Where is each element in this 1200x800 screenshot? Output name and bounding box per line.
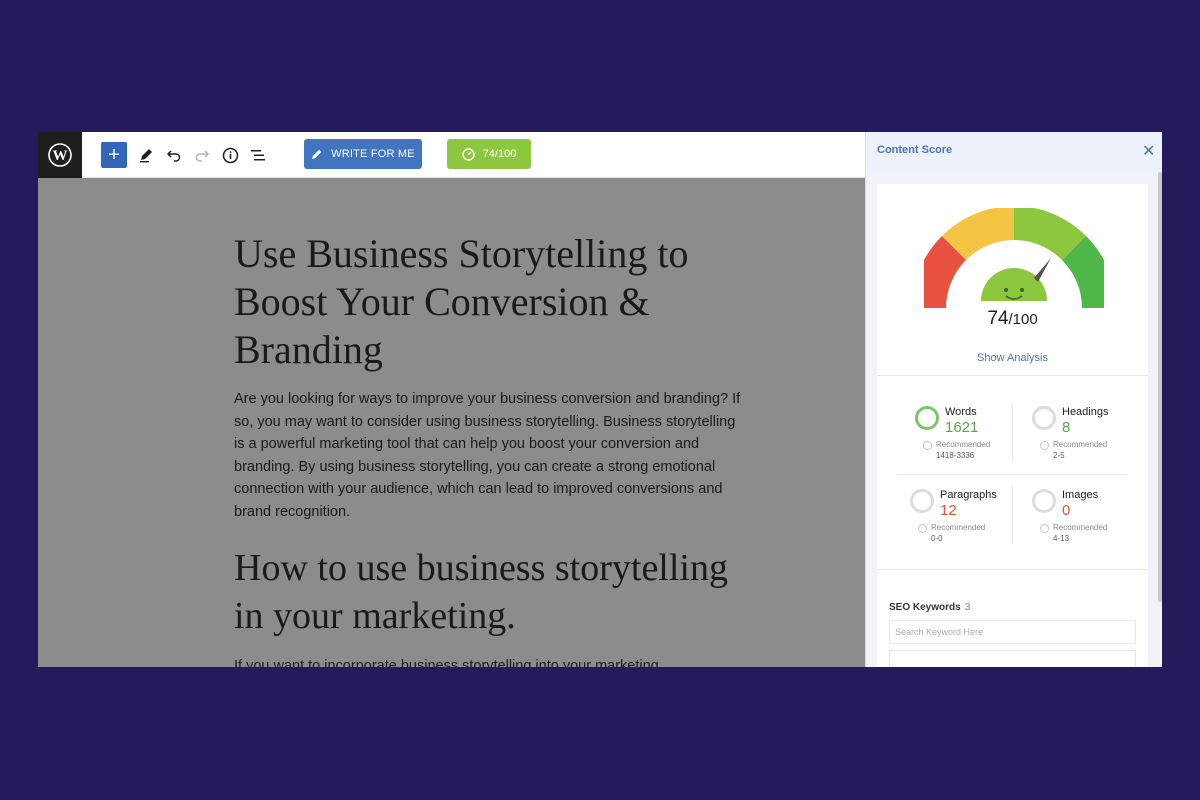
editor-toolbar: W + WRITE FOR ME 74/100 (38, 132, 865, 178)
post-heading[interactable]: How to use business storytelling in your… (234, 544, 754, 640)
stat-range: 4-13 (1053, 534, 1070, 543)
stat-recommended-label: Recommended (1053, 523, 1108, 532)
stat-images: Images 0 Recommended 4-13 (1032, 489, 1142, 559)
sidebar-title: Content Score (877, 144, 953, 156)
stat-recommended-label: Recommended (1053, 440, 1108, 449)
sidebar-scrollbar[interactable] (1158, 172, 1162, 602)
svg-text:W: W (53, 148, 68, 164)
score-card: 74/100 Show Analysis Words 1621 Recommen… (877, 184, 1148, 667)
list-view-button[interactable] (245, 142, 271, 168)
stat-value: 8 (1062, 419, 1071, 436)
editor-canvas: Use Business Storytelling to Boost Your … (38, 178, 865, 667)
stat-label: Headings (1062, 406, 1109, 418)
clock-icon (923, 441, 932, 450)
content-score-sidebar: Content Score ✕ 74/100 Show Analysis Wor… (865, 132, 1162, 667)
tools-button[interactable] (133, 142, 159, 168)
progress-ring (910, 489, 934, 513)
divider (877, 375, 1148, 376)
post-paragraph-next[interactable]: If you want to incorporate business stor… (234, 658, 744, 667)
redo-icon (195, 150, 210, 162)
score-value: 74/100 (877, 308, 1148, 330)
pencil-icon (140, 149, 152, 163)
editor-window: W + WRITE FOR ME 74/100 Use Business Sto… (38, 132, 1162, 667)
list-view-icon (250, 149, 265, 160)
stat-recommended-label: Recommended (931, 523, 986, 532)
seo-keywords-label: SEO Keywords 3 (889, 602, 970, 613)
wordpress-logo-icon[interactable]: W (38, 132, 82, 178)
stat-range: 0-0 (931, 534, 943, 543)
close-icon[interactable]: ✕ (1142, 141, 1155, 161)
sidebar-header: Content Score ✕ (866, 132, 1162, 172)
pencil-icon (312, 149, 322, 159)
write-for-me-label: WRITE FOR ME (331, 148, 415, 160)
stat-headings: Headings 8 Recommended 2-5 (1032, 406, 1142, 476)
seo-keyword-search-input[interactable]: Search Keyword Here (889, 620, 1136, 644)
plus-icon: + (108, 144, 120, 166)
post-paragraph[interactable]: Are you looking for ways to improve your… (234, 388, 744, 523)
score-gauge (924, 208, 1104, 309)
progress-ring (1032, 489, 1056, 513)
seo-keyword-list (889, 650, 1136, 667)
progress-ring (1032, 406, 1056, 430)
add-block-button[interactable]: + (101, 142, 127, 168)
info-icon (222, 147, 238, 163)
undo-icon (166, 150, 181, 162)
gauge-icon (461, 147, 475, 161)
stat-recommended-label: Recommended (936, 440, 991, 449)
divider (877, 569, 1148, 570)
score-max: /100 (1008, 311, 1038, 328)
stat-label: Images (1062, 489, 1099, 501)
stat-paragraphs: Paragraphs 12 Recommended 0-0 (910, 489, 1020, 559)
undo-button[interactable] (161, 142, 187, 168)
stat-label: Words (945, 406, 977, 418)
redo-button[interactable] (189, 142, 215, 168)
stat-words: Words 1621 Recommended 1418-3336 (915, 406, 1025, 476)
seo-keywords-count: 3 (964, 602, 971, 613)
clock-icon (1040, 524, 1049, 533)
score-number: 74 (987, 308, 1009, 329)
stat-range: 1418-3336 (936, 451, 975, 460)
stat-value: 1621 (945, 419, 979, 436)
stat-range: 2-5 (1053, 451, 1065, 460)
content-score-label: 74/100 (482, 148, 517, 160)
clock-icon (1040, 441, 1049, 450)
post-title[interactable]: Use Business Storytelling to Boost Your … (234, 230, 754, 374)
content-score-button[interactable]: 74/100 (447, 139, 531, 169)
stat-value: 12 (940, 502, 957, 519)
clock-icon (918, 524, 927, 533)
details-button[interactable] (217, 142, 243, 168)
seo-keywords-title: SEO Keywords (889, 602, 961, 613)
write-for-me-button[interactable]: WRITE FOR ME (304, 139, 422, 169)
progress-ring (915, 406, 939, 430)
stat-label: Paragraphs (940, 489, 997, 501)
show-analysis-link[interactable]: Show Analysis (877, 352, 1148, 364)
stat-value: 0 (1062, 502, 1071, 519)
